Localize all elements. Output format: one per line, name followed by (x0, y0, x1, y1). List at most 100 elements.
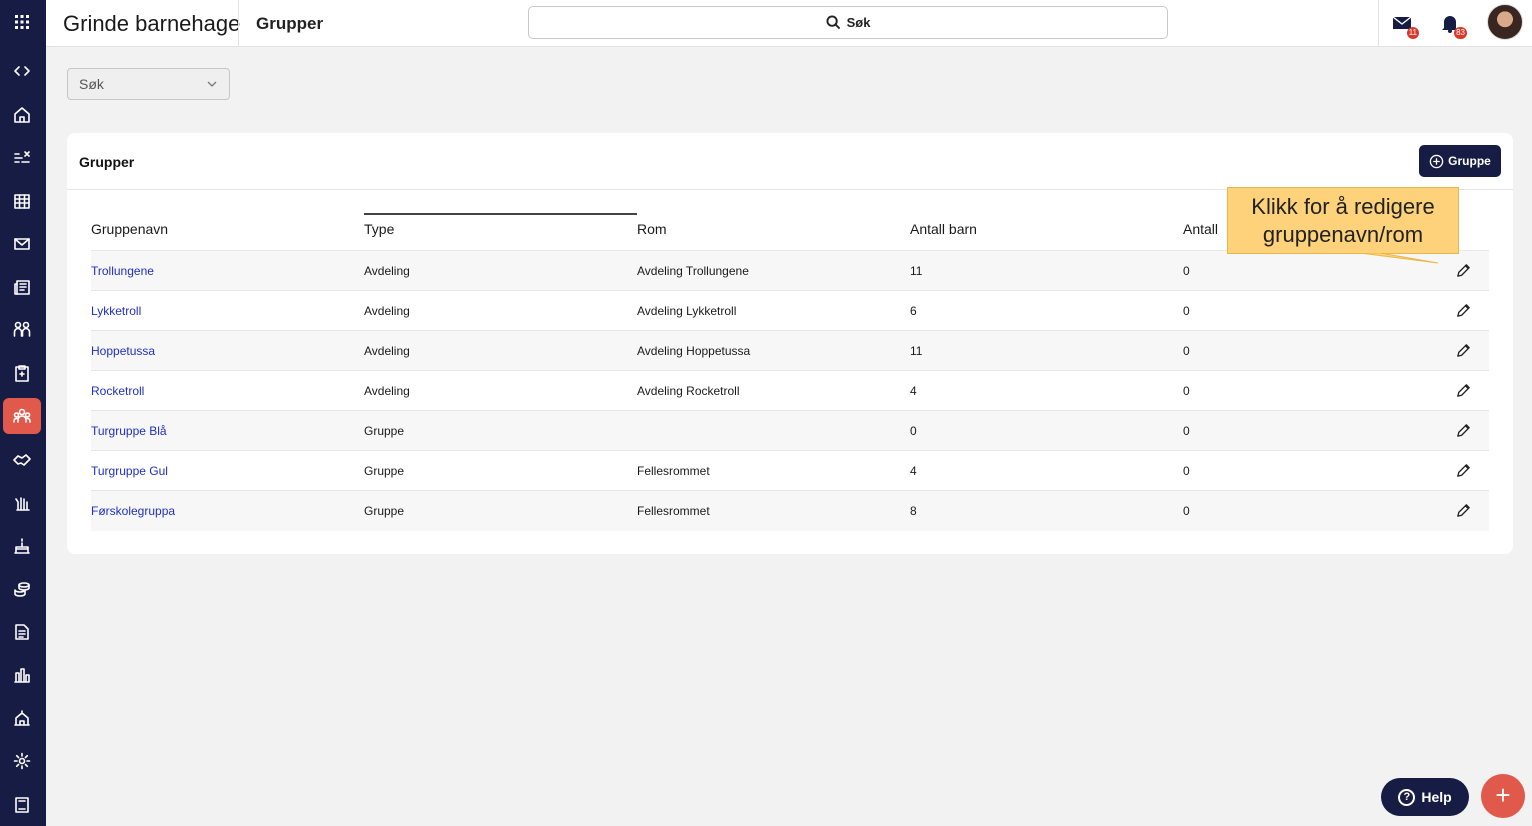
pencil-icon[interactable] (1455, 382, 1473, 400)
table-row: Trollungene Avdeling Avdeling Trollungen… (91, 251, 1489, 291)
hand-icon[interactable] (3, 485, 41, 521)
statistics-icon[interactable] (3, 657, 41, 693)
group-name-link[interactable]: Turgruppe Blå (91, 424, 167, 438)
group-name-link[interactable]: Førskolegruppa (91, 504, 175, 518)
table-row: Førskolegruppa Gruppe Fellesrommet 8 0 (91, 491, 1489, 531)
cell-count: 0 (1183, 464, 1190, 478)
cell-type: Gruppe (364, 504, 405, 518)
cell-type: Gruppe (364, 464, 405, 478)
pencil-icon[interactable] (1455, 462, 1473, 480)
pencil-icon[interactable] (1455, 262, 1473, 280)
messages-badge: 11 (1406, 27, 1419, 39)
cell-count: 0 (1183, 384, 1190, 398)
avatar[interactable] (1487, 4, 1523, 40)
cell-type: Avdeling (364, 264, 410, 278)
cell-children: 11 (910, 264, 923, 278)
card-header: Grupper Gruppe (67, 133, 1513, 190)
divider (238, 0, 239, 47)
cell-children: 11 (910, 344, 923, 358)
cell-children: 4 (910, 464, 917, 478)
home-icon[interactable] (3, 97, 41, 133)
header-type[interactable]: Type (364, 221, 394, 237)
calendar-icon[interactable] (3, 183, 41, 219)
cell-children: 0 (910, 424, 917, 438)
cell-count: 0 (1183, 304, 1190, 318)
header-children-count[interactable]: Antall barn (910, 221, 977, 237)
divider (1378, 0, 1379, 47)
tasks-icon[interactable] (3, 140, 41, 176)
handshake-icon[interactable] (3, 441, 41, 477)
cell-room: Fellesrommet (637, 504, 710, 518)
notifications-badge: 83 (1454, 27, 1467, 39)
settings-icon[interactable] (3, 743, 41, 779)
clipboard-icon[interactable] (3, 355, 41, 391)
cell-type: Avdeling (364, 304, 410, 318)
tooltip-line-1: Klikk for å redigere (1251, 194, 1435, 219)
groups-icon[interactable] (3, 398, 41, 434)
tooltip-line-2: gruppenavn/rom (1262, 222, 1424, 247)
global-search-label: Søk (846, 15, 871, 30)
cell-type: Avdeling (364, 384, 410, 398)
group-filter-dropdown[interactable]: Søk (67, 68, 230, 100)
add-group-label: Gruppe (1448, 154, 1491, 168)
table-row: Hoppetussa Avdeling Avdeling Hoppetussa … (91, 331, 1489, 371)
sort-indicator (364, 213, 637, 215)
group-name-link[interactable]: Lykketroll (91, 304, 141, 318)
children-icon[interactable] (3, 311, 41, 347)
cell-children: 4 (910, 384, 917, 398)
header-count[interactable]: Antall (1183, 221, 1218, 237)
table-row: Rocketroll Avdeling Avdeling Rocketroll … (91, 371, 1489, 411)
cell-type: Gruppe (364, 424, 405, 438)
group-name-link[interactable]: Hoppetussa (91, 344, 155, 358)
group-filter-label: Søk (79, 76, 104, 92)
pencil-icon[interactable] (1455, 342, 1473, 360)
cell-count: 0 (1183, 264, 1190, 278)
app-title: Grinde barnehage (63, 11, 241, 36)
notifications-button[interactable]: 83 (1439, 12, 1467, 39)
group-name-link[interactable]: Trollungene (91, 264, 154, 278)
left-sidebar (0, 0, 46, 826)
global-search[interactable]: Søk (528, 6, 1168, 39)
news-icon[interactable] (3, 269, 41, 305)
kindergarten-icon[interactable] (3, 700, 41, 736)
group-name-link[interactable]: Turgruppe Gul (91, 464, 168, 478)
search-icon (826, 15, 840, 30)
cell-type: Avdeling (364, 344, 410, 358)
collapse-toggle-icon[interactable] (3, 53, 41, 89)
edit-hint-tooltip: Klikk for å redigere gruppenavn/rom (1227, 187, 1459, 254)
cell-children: 6 (910, 304, 917, 318)
table-row: Turgruppe Blå Gruppe 0 0 (91, 411, 1489, 451)
book-icon[interactable] (3, 787, 41, 823)
cell-room: Fellesrommet (637, 464, 710, 478)
help-button[interactable]: ? Help (1381, 778, 1469, 816)
payments-icon[interactable] (3, 571, 41, 607)
add-group-button[interactable]: Gruppe (1419, 145, 1501, 177)
header-room[interactable]: Rom (637, 221, 667, 237)
birthday-icon[interactable] (3, 528, 41, 564)
add-fab-button[interactable]: + (1481, 774, 1525, 818)
cell-room: Avdeling Rocketroll (637, 384, 740, 398)
cell-room: Avdeling Hoppetussa (637, 344, 751, 358)
pencil-icon[interactable] (1455, 422, 1473, 440)
plus-circle-icon (1429, 154, 1444, 168)
card-title: Grupper (79, 154, 135, 170)
pencil-icon[interactable] (1455, 302, 1473, 320)
help-icon: ? (1398, 788, 1416, 806)
cell-room: Avdeling Trollungene (637, 264, 749, 278)
page-title: Grupper (256, 14, 324, 33)
chevron-down-icon (207, 81, 217, 87)
cell-room: Avdeling Lykketroll (637, 304, 737, 318)
cell-count: 0 (1183, 424, 1190, 438)
cell-count: 0 (1183, 344, 1190, 358)
tooltip-pointer (1360, 253, 1439, 264)
header-group-name[interactable]: Gruppenavn (91, 221, 168, 237)
apps-grid-icon[interactable] (3, 4, 41, 40)
group-name-link[interactable]: Rocketroll (91, 384, 144, 398)
cell-children: 8 (910, 504, 917, 518)
pencil-icon[interactable] (1455, 502, 1473, 520)
documents-icon[interactable] (3, 614, 41, 650)
top-bar: Grinde barnehage Grupper Søk 11 83 (46, 0, 1532, 47)
table-row: Lykketroll Avdeling Avdeling Lykketroll … (91, 291, 1489, 331)
mail-icon[interactable] (3, 226, 41, 262)
messages-button[interactable]: 11 (1391, 12, 1419, 39)
